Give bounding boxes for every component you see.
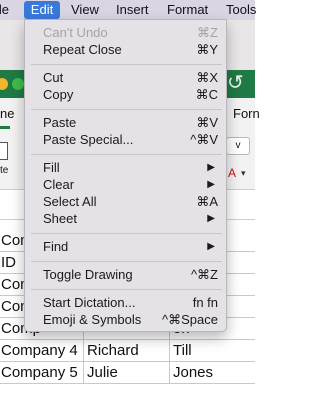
edit-menu: Can't Undo ⌘Z Repeat Close ⌘Y Cut ⌘X Cop…: [24, 19, 227, 332]
menu-edit[interactable]: Edit: [24, 1, 60, 19]
menu-separator: [31, 261, 222, 262]
menu-item-shortcut: fn fn: [192, 295, 218, 310]
menu-insert[interactable]: Insert: [116, 1, 149, 19]
menu-item-label: Toggle Drawing: [43, 267, 133, 282]
menu-item-label: Emoji & Symbols: [43, 312, 142, 327]
menu-item-clear[interactable]: Clear ▶: [25, 176, 228, 194]
undo-icon[interactable]: ↺: [227, 72, 244, 94]
menu-item-sheet[interactable]: Sheet ▶: [25, 210, 228, 228]
menu-item-cut[interactable]: Cut ⌘X: [25, 69, 228, 87]
menu-item-start-dictation[interactable]: Start Dictation... fn fn: [25, 294, 228, 312]
menu-separator: [31, 233, 222, 234]
font-size-select[interactable]: v: [226, 137, 250, 155]
menu-view[interactable]: View: [71, 1, 99, 19]
menu-item-label: Start Dictation...: [43, 295, 136, 310]
menu-item-label: Clear: [43, 177, 75, 192]
cell[interactable]: Company 4: [0, 340, 84, 362]
menu-item-toggle-drawing[interactable]: Toggle Drawing ^⌘Z: [25, 266, 228, 284]
menu-item-label: Cut: [43, 70, 64, 85]
menu-tools[interactable]: Tools: [226, 1, 256, 19]
menu-item-repeat-close[interactable]: Repeat Close ⌘Y: [25, 41, 228, 59]
menu-item-shortcut: ⌘A: [196, 194, 218, 209]
chevron-right-icon: ▶: [207, 241, 215, 252]
menu-item-shortcut: ⌘C: [195, 87, 218, 102]
tab-home[interactable]: ne: [0, 106, 14, 121]
menu-item-label: Find: [43, 239, 69, 254]
menu-separator: [31, 154, 222, 155]
menu-separator: [31, 64, 222, 65]
menu-item-label: Paste: [43, 115, 77, 130]
menu-item-shortcut: ^⌘V: [190, 132, 218, 147]
cell[interactable]: Company 5: [0, 362, 84, 384]
menu-item-fill[interactable]: Fill ▶: [25, 159, 228, 177]
menu-bar: File Edit View Insert Format Tools: [0, 0, 256, 20]
menu-format[interactable]: Format: [167, 1, 208, 19]
paste-icon[interactable]: [0, 142, 8, 160]
menu-item-label: Can't Undo: [43, 25, 108, 40]
menu-item-label: Paste Special...: [43, 132, 134, 147]
cell[interactable]: Julie: [84, 362, 170, 384]
menu-item-shortcut: ^⌘Space: [162, 312, 218, 327]
cell[interactable]: Jones: [170, 362, 255, 384]
menu-item-paste-special[interactable]: Paste Special... ^⌘V: [25, 131, 228, 149]
chevron-right-icon: ▶: [207, 179, 215, 190]
chevron-right-icon: ▶: [207, 162, 215, 173]
menu-item-shortcut: ⌘Z: [197, 25, 218, 40]
menu-separator: [31, 289, 222, 290]
menu-item-label: Repeat Close: [43, 42, 122, 57]
menu-item-select-all[interactable]: Select All ⌘A: [25, 193, 228, 211]
menu-item-shortcut: ⌘V: [196, 115, 218, 130]
chevron-down-icon[interactable]: ▾: [241, 168, 246, 179]
menu-item-label: Copy: [43, 87, 74, 102]
menu-item-emoji-symbols[interactable]: Emoji & Symbols ^⌘Space: [25, 311, 228, 329]
menu-item-shortcut: ^⌘Z: [190, 267, 218, 282]
menu-item-label: Select All: [43, 194, 97, 209]
menu-file[interactable]: File: [0, 1, 9, 19]
zoom-button[interactable]: [12, 78, 24, 90]
active-tab-indicator: [0, 126, 10, 129]
chevron-right-icon: ▶: [207, 213, 215, 224]
table-row: Company 4 Richard Till: [0, 340, 255, 362]
menu-item-label: Sheet: [43, 211, 77, 226]
cell[interactable]: Till: [170, 340, 255, 362]
menu-separator: [31, 109, 222, 110]
menu-item-copy[interactable]: Copy ⌘C: [25, 86, 228, 104]
font-color-icon[interactable]: A: [228, 166, 236, 180]
paste-label: te: [0, 165, 9, 176]
menu-item-label: Fill: [43, 160, 60, 175]
cell[interactable]: Richard: [84, 340, 170, 362]
menu-item-find[interactable]: Find ▶: [25, 238, 228, 256]
tab-formulas[interactable]: Forn: [233, 106, 260, 121]
menu-item-paste[interactable]: Paste ⌘V: [25, 114, 228, 132]
menu-item-shortcut: ⌘X: [196, 70, 218, 85]
table-row: Company 5 Julie Jones: [0, 362, 255, 384]
menu-item-cant-undo: Can't Undo ⌘Z: [25, 24, 228, 42]
menu-item-shortcut: ⌘Y: [196, 42, 218, 57]
